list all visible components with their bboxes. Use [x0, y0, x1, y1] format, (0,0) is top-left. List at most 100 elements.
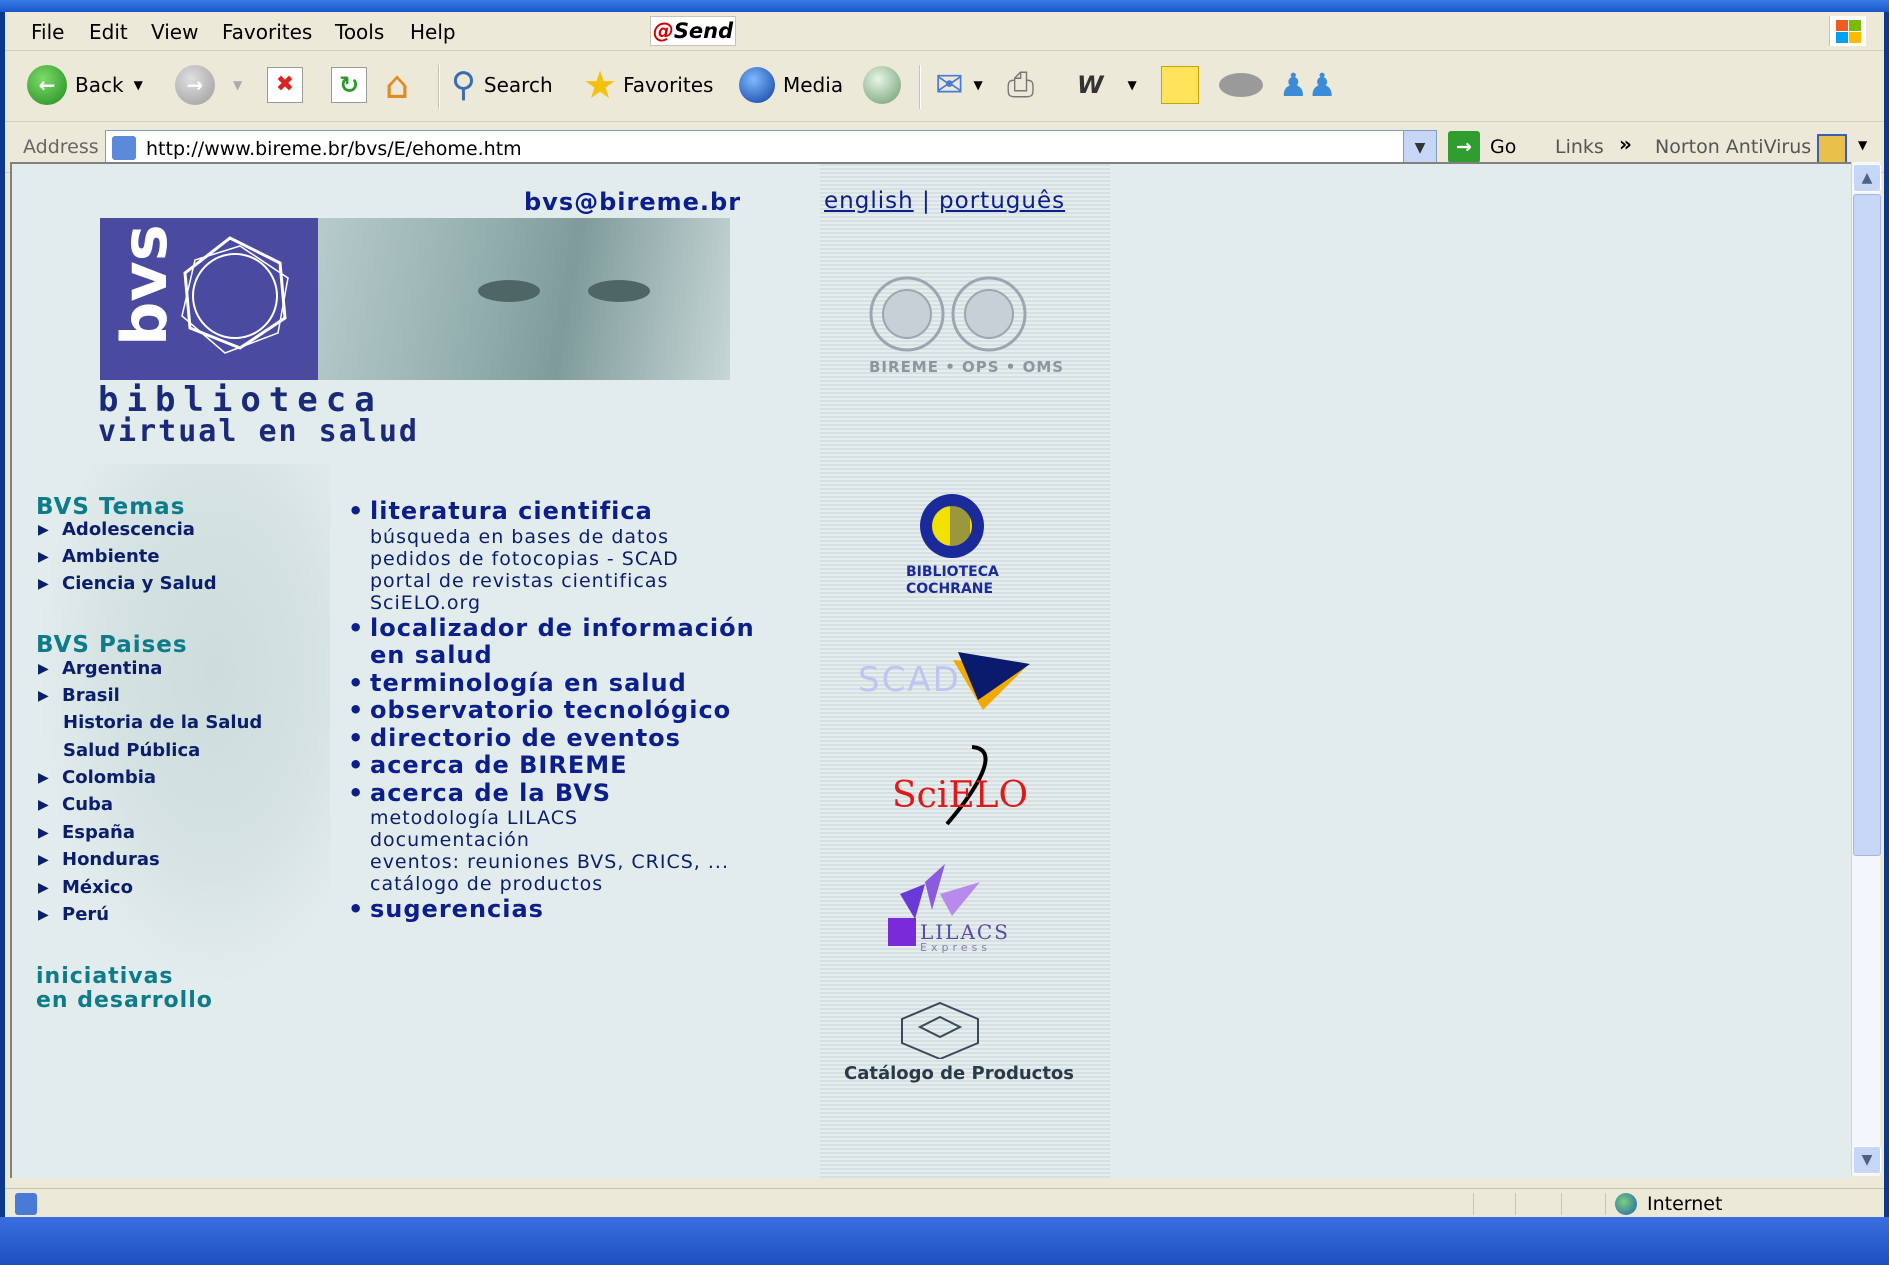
literatura-sublink[interactable]: portal de revistas cientificas	[370, 570, 668, 592]
mail-button[interactable]: ✉ ▼	[935, 63, 983, 107]
arrow-right-icon: ▶	[38, 688, 49, 704]
terminologia-label: terminología en salud	[370, 669, 687, 697]
go-button[interactable]: → Go	[1448, 128, 1516, 166]
temas-link[interactable]: Ciencia y Salud	[62, 573, 217, 594]
links-toolbar-label[interactable]: Links	[1555, 136, 1604, 158]
paises-link[interactable]: España	[62, 822, 135, 843]
literatura-sublink[interactable]: SciELO.org	[370, 592, 481, 614]
bvs-temas-heading[interactable]: BVS Temas	[36, 494, 185, 520]
address-url-text[interactable]: http://www.bireme.br/bvs/E/ehome.htm	[146, 138, 522, 160]
vertical-scrollbar[interactable]: ▲ ▼	[1851, 162, 1881, 1176]
address-input[interactable]: http://www.bireme.br/bvs/E/ehome.htm ▼	[105, 130, 1437, 166]
messenger-button[interactable]	[1219, 63, 1263, 107]
terminologia-link[interactable]: • terminología en salud	[348, 669, 687, 697]
catalogo-productos-logo[interactable]: Catálogo de Productos	[840, 999, 1074, 1089]
lang-portugues-link[interactable]: português	[939, 188, 1065, 214]
send-toolbar-button[interactable]: @Send	[650, 16, 736, 46]
localizador-link-line-2[interactable]: en salud	[370, 641, 493, 669]
acerca-bvs-link[interactable]: • acerca de la BVS	[348, 779, 611, 807]
back-dropdown-icon[interactable]: ▼	[134, 78, 143, 92]
temas-link[interactable]: Ambiente	[62, 546, 160, 567]
hexagon-logo-icon	[181, 236, 289, 354]
scroll-down-icon[interactable]: ▼	[1853, 1146, 1881, 1174]
security-zone-label: Internet	[1647, 1193, 1723, 1215]
menu-file[interactable]: File	[31, 20, 64, 44]
mail-dropdown-icon[interactable]: ▼	[974, 78, 983, 92]
menu-favorites[interactable]: Favorites	[222, 20, 312, 44]
paises-link[interactable]: Colombia	[62, 767, 156, 788]
literatura-sublink[interactable]: pedidos de fotocopias - SCAD	[370, 548, 679, 570]
edit-word-button[interactable]: W ▼	[1077, 63, 1137, 107]
bullet-icon: •	[348, 497, 365, 525]
contacts-button[interactable]: ♟♟	[1279, 63, 1336, 107]
status-divider	[1605, 1193, 1606, 1215]
paises-sublink[interactable]: Historia de la Salud	[63, 712, 262, 733]
sticky-note-icon	[1161, 66, 1199, 104]
acerca-bvs-sublink[interactable]: catálogo de productos	[370, 873, 603, 895]
literatura-sublink[interactable]: búsqueda en bases de datos	[370, 526, 669, 548]
cochrane-text-1: BIBLIOTECA	[906, 564, 999, 580]
edit-dropdown-icon[interactable]: ▼	[1127, 78, 1136, 92]
observatorio-link[interactable]: • observatorio tecnológico	[348, 696, 731, 724]
bvs-banner[interactable]: bvs	[100, 218, 730, 380]
scroll-up-icon[interactable]: ▲	[1853, 164, 1881, 192]
norton-dropdown-icon[interactable]: ▼	[1858, 138, 1867, 152]
stop-button[interactable]: ✖	[267, 63, 303, 107]
forward-button[interactable]: → ▼	[175, 63, 242, 107]
biblioteca-cochrane-logo[interactable]: BIBLIOTECA COCHRANE	[892, 494, 1022, 604]
scad-logo[interactable]: SCAD	[858, 630, 1038, 710]
history-button[interactable]	[863, 63, 909, 107]
back-button[interactable]: ← Back ▼	[27, 63, 143, 107]
iniciativas-link[interactable]: iniciativas	[36, 964, 174, 989]
localizador-link[interactable]: • localizador de información	[348, 614, 755, 642]
scrollbar-thumb[interactable]	[1853, 194, 1881, 856]
toolbar-separator	[438, 65, 440, 109]
menu-help[interactable]: Help	[410, 20, 456, 44]
bireme-ops-oms-logo[interactable]: BIREME • OPS • OMS	[857, 274, 1063, 384]
scielo-logo[interactable]: SciELO	[882, 739, 1032, 829]
print-button[interactable]: ⎙	[1007, 63, 1034, 107]
paises-link[interactable]: Argentina	[62, 658, 162, 679]
arrow-right-icon: ▶	[38, 852, 49, 868]
paises-link[interactable]: Honduras	[62, 849, 160, 870]
paises-link[interactable]: Brasil	[62, 685, 120, 706]
links-chevron-icon[interactable]: »	[1619, 132, 1632, 156]
menu-edit[interactable]: Edit	[89, 20, 128, 44]
contact-email-link[interactable]: bvs@bireme.br	[524, 188, 741, 216]
researcher-photo	[318, 218, 730, 380]
arrow-right-icon: ▶	[38, 522, 49, 538]
norton-antivirus-label[interactable]: Norton AntiVirus	[1655, 136, 1811, 158]
cochrane-circle-icon	[920, 494, 984, 558]
toolbar-separator	[919, 65, 921, 109]
bvs-paises-heading[interactable]: BVS Paises	[36, 632, 188, 658]
sugerencias-link[interactable]: • sugerencias	[348, 895, 544, 923]
literatura-cientifica-link[interactable]: • literatura cientifica	[348, 497, 653, 525]
favorites-button[interactable]: ★ Favorites	[583, 63, 713, 107]
search-button[interactable]: ⚲ Search	[451, 63, 553, 107]
lang-english-link[interactable]: english	[824, 188, 914, 214]
paises-link[interactable]: Perú	[62, 904, 109, 925]
paises-sublink[interactable]: Salud Pública	[63, 740, 200, 761]
media-button[interactable]: Media	[739, 63, 843, 107]
bullet-icon: •	[348, 895, 365, 923]
norton-icon[interactable]	[1817, 134, 1847, 164]
home-button[interactable]: ⌂	[385, 63, 409, 107]
acerca-bvs-sublink[interactable]: metodología LILACS	[370, 807, 578, 829]
address-dropdown-icon[interactable]: ▼	[1403, 131, 1436, 165]
acerca-bireme-link[interactable]: • acerca de BIREME	[348, 751, 628, 779]
temas-link[interactable]: Adolescencia	[62, 519, 195, 540]
acerca-bvs-sublink[interactable]: documentación	[370, 829, 530, 851]
photo-eye	[588, 280, 650, 302]
notes-button[interactable]	[1161, 63, 1199, 107]
acerca-bvs-sublink[interactable]: eventos: reuniones BVS, CRICS, ...	[370, 851, 729, 873]
printer-icon: ⎙	[1007, 65, 1035, 105]
menu-view[interactable]: View	[151, 20, 198, 44]
forward-dropdown-icon[interactable]: ▼	[233, 78, 242, 92]
en-desarrollo-link[interactable]: en desarrollo	[36, 988, 213, 1013]
directorio-link[interactable]: • directorio de eventos	[348, 724, 681, 752]
paises-link[interactable]: México	[62, 877, 133, 898]
paises-link[interactable]: Cuba	[62, 794, 113, 815]
menu-tools[interactable]: Tools	[335, 20, 384, 44]
lilacs-express-logo[interactable]: LILACS Express	[880, 864, 1030, 964]
refresh-button[interactable]: ↻	[331, 63, 367, 107]
